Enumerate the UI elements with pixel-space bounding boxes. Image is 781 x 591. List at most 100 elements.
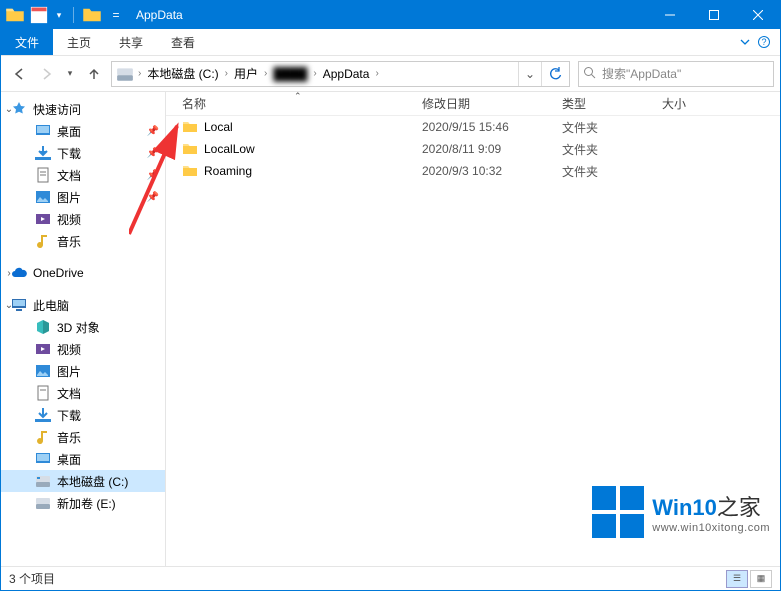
content-pane[interactable]: ⌃ 名称 修改日期 类型 大小 Local 2020/9/15 15:46 文件…	[166, 92, 780, 566]
sidebar-item-desktop[interactable]: 桌面📌	[1, 120, 165, 142]
chevron-down-icon[interactable]: ⌄	[3, 300, 15, 311]
sidebar-item-pictures-pc[interactable]: 图片	[1, 360, 165, 382]
pin-icon: 📌	[147, 192, 159, 203]
search-placeholder: 搜索"AppData"	[602, 65, 681, 82]
picture-icon	[35, 363, 51, 379]
tab-view[interactable]: 查看	[157, 29, 209, 55]
folder-icon	[182, 163, 198, 179]
folder-icon	[182, 119, 198, 135]
chevron-right-icon[interactable]: ›	[223, 68, 230, 79]
ribbon: 文件 主页 共享 查看 ?	[1, 29, 780, 56]
sidebar-item-3dobjects[interactable]: 3D 对象	[1, 316, 165, 338]
crumb-users[interactable]: 用户	[230, 65, 262, 82]
sidebar-item-documents-pc[interactable]: 文档	[1, 382, 165, 404]
breadcrumb-dropdown-icon[interactable]: ⌄	[518, 62, 541, 86]
pin-icon: 📌	[147, 170, 159, 181]
music-icon	[35, 429, 51, 445]
sidebar-item-pictures[interactable]: 图片📌	[1, 186, 165, 208]
music-icon	[35, 233, 51, 249]
file-row[interactable]: LocalLow 2020/8/11 9:09 文件夹	[166, 138, 780, 160]
sidebar-item-desktop-pc[interactable]: 桌面	[1, 448, 165, 470]
sidebar-item-videos-pc[interactable]: 视频	[1, 338, 165, 360]
sidebar[interactable]: ⌄ 快速访问 桌面📌 下载📌 文档📌 图片📌 视频 音乐 › OneDrive …	[1, 92, 166, 566]
sidebar-item-downloads[interactable]: 下载📌	[1, 142, 165, 164]
file-row[interactable]: Local 2020/9/15 15:46 文件夹	[166, 116, 780, 138]
titlebar: ▾ = AppData	[1, 1, 780, 29]
recent-dropdown-icon[interactable]: ▾	[63, 62, 77, 86]
qat-properties-icon[interactable]	[29, 5, 49, 25]
sidebar-item-videos[interactable]: 视频	[1, 208, 165, 230]
forward-button[interactable]	[35, 62, 59, 86]
sidebar-item-drive-c[interactable]: 本地磁盘 (C:)	[1, 470, 165, 492]
qat-equals-icon[interactable]: =	[106, 5, 126, 25]
column-header-type[interactable]: 类型	[562, 95, 662, 112]
sidebar-onedrive[interactable]: › OneDrive	[1, 262, 165, 284]
breadcrumb[interactable]: › 本地磁盘 (C:) › 用户 › ████ › AppData › ⌄	[111, 61, 570, 87]
view-icons-button[interactable]: ▦	[750, 570, 772, 588]
chevron-right-icon[interactable]: ›	[262, 68, 269, 79]
drive-icon	[116, 65, 134, 83]
pin-icon: 📌	[147, 148, 159, 159]
document-icon	[35, 385, 51, 401]
file-tab[interactable]: 文件	[1, 29, 53, 55]
status-item-count: 3 个项目	[9, 570, 55, 587]
file-list: Local 2020/9/15 15:46 文件夹 LocalLow 2020/…	[166, 116, 780, 182]
cube-icon	[35, 319, 51, 335]
chevron-right-icon[interactable]: ›	[3, 268, 15, 279]
search-icon	[583, 66, 596, 82]
chevron-right-icon[interactable]: ›	[373, 68, 380, 79]
sidebar-item-downloads-pc[interactable]: 下载	[1, 404, 165, 426]
back-button[interactable]	[7, 62, 31, 86]
search-input[interactable]: 搜索"AppData"	[578, 61, 774, 87]
tab-home[interactable]: 主页	[53, 29, 105, 55]
sort-indicator-icon: ⌃	[294, 91, 302, 102]
up-button[interactable]	[81, 62, 107, 86]
qat-divider	[73, 7, 74, 23]
help-icon[interactable]: ?	[758, 36, 770, 48]
download-icon	[35, 145, 51, 161]
sidebar-item-music[interactable]: 音乐	[1, 230, 165, 252]
chevron-down-icon[interactable]: ⌄	[3, 104, 15, 115]
ribbon-expand-icon[interactable]: ?	[728, 29, 780, 55]
tab-share[interactable]: 共享	[105, 29, 157, 55]
video-icon	[35, 211, 51, 227]
document-icon	[35, 167, 51, 183]
column-header-date[interactable]: 修改日期	[422, 95, 562, 112]
desktop-icon	[35, 123, 51, 139]
statusbar: 3 个项目 ☰ ▦	[1, 566, 780, 590]
chevron-right-icon[interactable]: ›	[136, 68, 143, 79]
main: ⌄ 快速访问 桌面📌 下载📌 文档📌 图片📌 视频 音乐 › OneDrive …	[1, 92, 780, 566]
pin-icon: 📌	[147, 126, 159, 137]
watermark: Win10之家 www.win10xitong.com	[592, 486, 770, 538]
download-icon	[35, 407, 51, 423]
sidebar-item-drive-e[interactable]: 新加卷 (E:)	[1, 492, 165, 514]
crumb-drive[interactable]: 本地磁盘 (C:)	[143, 65, 222, 82]
crumb-user-redacted[interactable]: ████	[269, 67, 311, 81]
sidebar-this-pc[interactable]: ⌄ 此电脑	[1, 294, 165, 316]
chevron-right-icon[interactable]: ›	[311, 68, 318, 79]
file-row[interactable]: Roaming 2020/9/3 10:32 文件夹	[166, 160, 780, 182]
column-header-size[interactable]: 大小	[662, 95, 722, 112]
crumb-appdata[interactable]: AppData	[319, 67, 374, 81]
qat-open-folder-icon[interactable]	[82, 5, 102, 25]
view-details-button[interactable]: ☰	[726, 570, 748, 588]
column-headers: ⌃ 名称 修改日期 类型 大小	[166, 92, 780, 116]
sidebar-quick-access[interactable]: ⌄ 快速访问	[1, 98, 165, 120]
sidebar-item-music-pc[interactable]: 音乐	[1, 426, 165, 448]
refresh-button[interactable]	[541, 62, 567, 86]
video-icon	[35, 341, 51, 357]
window-title: AppData	[136, 8, 183, 22]
minimize-button[interactable]	[648, 1, 692, 29]
desktop-icon	[35, 451, 51, 467]
drive-icon	[35, 495, 51, 511]
navbar: ▾ › 本地磁盘 (C:) › 用户 › ████ › AppData › ⌄ …	[1, 56, 780, 92]
picture-icon	[35, 189, 51, 205]
close-button[interactable]	[736, 1, 780, 29]
sidebar-item-documents[interactable]: 文档📌	[1, 164, 165, 186]
folder-icon	[182, 141, 198, 157]
qat-dropdown-icon[interactable]: ▾	[53, 5, 65, 25]
app-folder-icon	[5, 5, 25, 25]
maximize-button[interactable]	[692, 1, 736, 29]
drive-icon	[35, 473, 51, 489]
column-header-name[interactable]: 名称	[182, 95, 422, 112]
